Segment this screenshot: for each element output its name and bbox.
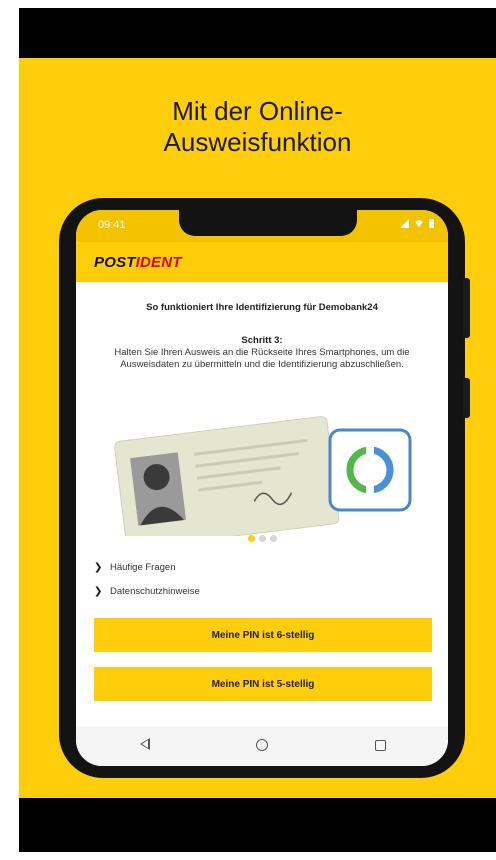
logo-post: POST (94, 254, 136, 271)
phone-frame: 09:41 POSTIDENT So funktioniert Ihre Ide… (59, 198, 470, 778)
back-icon[interactable] (140, 738, 150, 750)
pager-dot[interactable] (258, 535, 266, 542)
carousel-pager (76, 535, 448, 542)
faq-link[interactable]: ❯ Häufige Fragen (94, 562, 175, 573)
phone-side-button (463, 378, 470, 418)
pager-dot[interactable] (247, 535, 255, 542)
pager-dot[interactable] (269, 535, 277, 542)
eid-chip-icon (328, 428, 412, 512)
logo-ident: IDENT (135, 254, 182, 271)
home-icon[interactable] (256, 739, 268, 751)
phone-screen: 09:41 POSTIDENT So funktioniert Ihre Ide… (76, 210, 448, 766)
pin-6-digit-button[interactable]: Meine PIN ist 6-stellig (94, 618, 432, 652)
recent-apps-icon[interactable] (375, 740, 386, 751)
camera-notch (179, 210, 357, 236)
wifi-icon (414, 219, 424, 228)
bottom-black-bar (19, 798, 496, 852)
app-header: POSTIDENT (76, 242, 448, 282)
promo-panel: Mit der Online- Ausweisfunktion 09:41 PO… (19, 58, 496, 798)
step-title: Schritt 3: (241, 335, 283, 346)
chevron-right-icon: ❯ (94, 586, 103, 597)
top-black-bar (19, 8, 496, 58)
headline-line-2: Ausweisfunktion (163, 127, 352, 157)
status-bar: 09:41 (76, 210, 448, 242)
privacy-link[interactable]: ❯ Datenschutzhinweise (94, 586, 200, 597)
step-description: Halten Sie Ihren Ausweis an die Rückseit… (114, 347, 410, 370)
promo-headline: Mit der Online- Ausweisfunktion (19, 96, 496, 158)
battery-icon (429, 219, 434, 228)
intro-text: So funktioniert Ihre Identifizierung für… (146, 302, 378, 313)
status-icons (400, 219, 434, 228)
id-card-illustration (114, 416, 412, 536)
headline-line-1: Mit der Online- (172, 96, 343, 126)
android-nav-bar (76, 726, 448, 766)
pin-5-digit-button[interactable]: Meine PIN ist 5-stellig (94, 667, 432, 701)
phone-side-button (463, 278, 470, 338)
chevron-right-icon: ❯ (94, 562, 103, 573)
signal-icon (400, 219, 409, 228)
status-time: 09:41 (98, 219, 126, 231)
faq-link-label: Häufige Fragen (110, 562, 176, 573)
privacy-link-label: Datenschutzhinweise (110, 586, 200, 597)
postident-logo: POSTIDENT (94, 254, 182, 271)
